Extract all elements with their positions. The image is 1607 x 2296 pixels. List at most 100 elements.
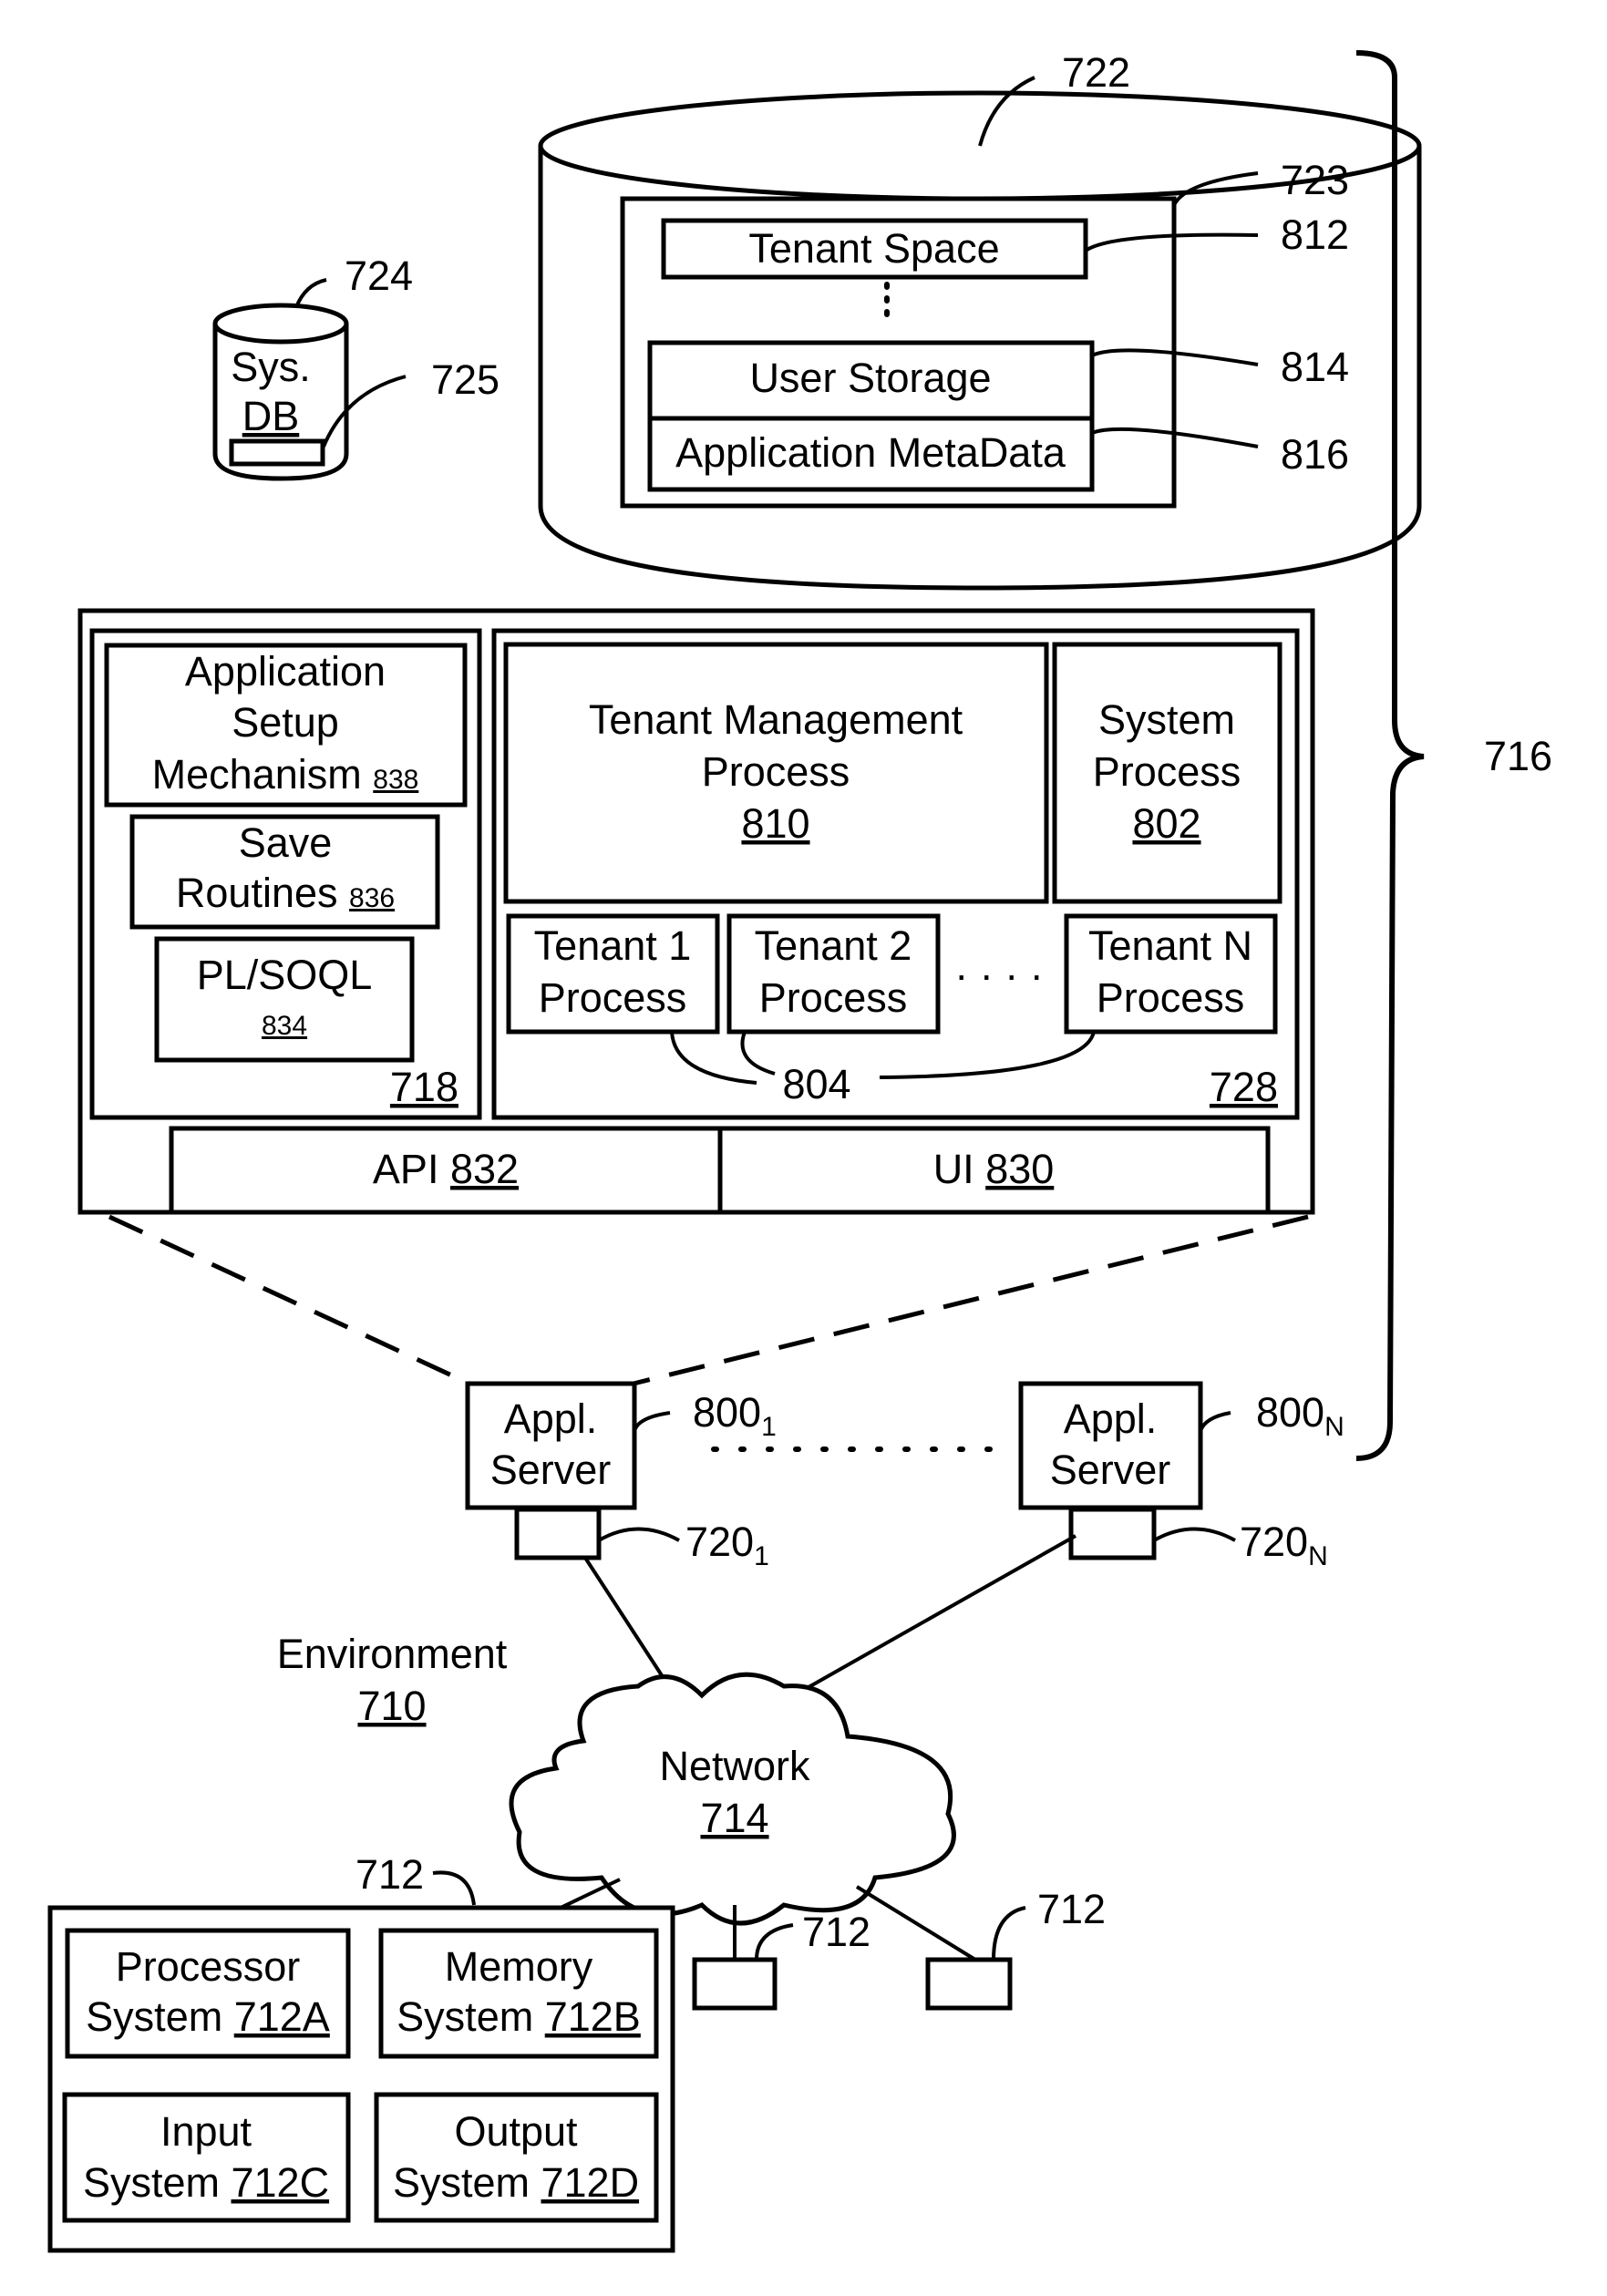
ref-720-n: 720N <box>1240 1519 1328 1571</box>
app-server-n-line2: Server <box>1050 1447 1171 1493</box>
ref-816: 816 <box>1281 431 1349 478</box>
ref-814: 814 <box>1281 344 1349 390</box>
link-server-n-network <box>801 1534 1076 1693</box>
ref-725: 725 <box>431 356 500 403</box>
ref-712-main: 712 <box>355 1851 424 1898</box>
tenant-n-line2: Process <box>1097 974 1245 1021</box>
plsoql-label: PL/SOQL <box>197 952 373 998</box>
ref-804: 804 <box>782 1061 850 1107</box>
ref-720-n-text: 720 <box>1240 1519 1308 1565</box>
tenant-process-ellipsis: · · · · <box>954 952 1043 998</box>
ref-712-c: 712 <box>1037 1886 1106 1932</box>
ref-712a: 712A <box>234 1993 330 2040</box>
ui-label: UI 830 <box>933 1146 1055 1192</box>
link-server-1-network <box>583 1556 672 1690</box>
ref-714: 714 <box>700 1795 768 1841</box>
app-setup-line2: Setup <box>232 699 339 746</box>
output-line1: Output <box>454 2108 578 2155</box>
ref-838: 838 <box>373 765 418 795</box>
tenant-2-line2: Process <box>759 974 908 1021</box>
tenant-1-line1: Tenant 1 <box>534 922 692 969</box>
sys-db-label-2: DB <box>242 393 300 439</box>
environment-label: Environment <box>277 1631 508 1677</box>
system-process-line1: System <box>1098 696 1235 743</box>
other-user-system-1-box <box>692 1957 778 2011</box>
app-server-1: Appl. Server 8001 7201 <box>465 1381 777 1571</box>
ref-800-1-text: 800 <box>693 1389 761 1436</box>
leader-712-main <box>432 1870 476 1906</box>
tenant-1-line2: Process <box>539 974 687 1021</box>
ref-830: 830 <box>985 1146 1054 1192</box>
ref-812: 812 <box>1281 211 1349 258</box>
app-setup-line1: Application <box>185 648 386 695</box>
ref-834: 834 <box>262 1011 307 1041</box>
processor-line2-text: System <box>86 1993 222 2040</box>
multi-tenant-environment-diagram: 722 723 Tenant Space 812 User Storage 81… <box>47 49 1552 2253</box>
other-user-system-1: 712 <box>692 1909 870 2011</box>
app-server-detail: Application Setup Mechanism 838 Save Rou… <box>77 608 1315 1215</box>
app-setup-line3-text: Mechanism <box>152 751 362 798</box>
leader-800-1 <box>633 1411 671 1432</box>
tenant-data-storage: 722 723 Tenant Space 812 User Storage 81… <box>538 49 1422 591</box>
ref-800-n: 800N <box>1256 1389 1344 1442</box>
ref-800-1-sub: 1 <box>761 1412 777 1442</box>
save-routines-line1: Save <box>239 819 333 866</box>
zoom-line-left <box>108 1214 471 1386</box>
app-server-1-line2: Server <box>490 1447 612 1493</box>
processor-line1: Processor <box>116 1943 301 1990</box>
leader-800-n <box>1199 1411 1231 1432</box>
ref-722: 722 <box>1062 49 1130 96</box>
tenant-n-line1: Tenant N <box>1088 922 1252 969</box>
port-720-n-box <box>1068 1507 1157 1560</box>
sys-db-top <box>212 303 349 345</box>
ref-724: 724 <box>345 252 413 299</box>
memory-line2-text: System <box>397 1993 533 2040</box>
ref-720-1: 7201 <box>685 1519 769 1571</box>
api-label: API 832 <box>373 1146 519 1192</box>
ref-802: 802 <box>1132 800 1200 847</box>
other-user-system-2-box <box>925 1957 1013 2011</box>
ref-723: 723 <box>1281 157 1349 203</box>
ref-832: 832 <box>450 1146 519 1192</box>
leader-720-n <box>1153 1527 1236 1542</box>
ref-800-1: 8001 <box>693 1389 777 1442</box>
save-routines-line2-text: Routines <box>176 870 338 916</box>
sys-db-metadata-box <box>229 438 325 467</box>
app-server-1-line1: Appl. <box>504 1395 598 1442</box>
network-label: Network <box>659 1743 810 1789</box>
input-line2-text: System <box>83 2159 220 2206</box>
link-network-user-system-main <box>560 1878 621 1910</box>
leader-724 <box>294 278 327 308</box>
app-server-n: Appl. Server 800N 720N <box>1018 1381 1344 1571</box>
processor-line2: System 712A <box>86 1993 330 2040</box>
ref-720-1-text: 720 <box>685 1519 754 1565</box>
ref-720-1-sub: 1 <box>754 1541 769 1571</box>
user-storage-label: User Storage <box>749 355 991 401</box>
ref-716: 716 <box>1484 733 1552 779</box>
input-line2: System 712C <box>83 2159 329 2206</box>
ref-712c: 712C <box>231 2159 329 2206</box>
port-720-1-box <box>514 1507 602 1560</box>
zoom-line-right <box>633 1214 1309 1386</box>
user-system-712: 712 Processor System 712A Memory System … <box>47 1851 675 2253</box>
ref-712d: 712D <box>541 2159 639 2206</box>
ref-728: 728 <box>1210 1064 1278 1110</box>
tenant-2-line1: Tenant 2 <box>755 922 912 969</box>
app-metadata-label: Application MetaData <box>675 429 1066 476</box>
link-network-user-system-3 <box>855 1885 977 1961</box>
ref-712b: 712B <box>545 1993 641 2040</box>
output-line2: System 712D <box>393 2159 639 2206</box>
system-process-line2: Process <box>1093 748 1241 795</box>
memory-line1: Memory <box>445 1943 593 1990</box>
ref-836: 836 <box>349 883 395 913</box>
memory-line2: System 712B <box>397 1993 641 2040</box>
input-line1: Input <box>160 2108 252 2155</box>
ref-712-b: 712 <box>802 1909 870 1955</box>
ref-800-n-sub: N <box>1324 1412 1344 1442</box>
tenant-mgmt-line2: Process <box>702 748 850 795</box>
app-server-n-line1: Appl. <box>1064 1395 1158 1442</box>
ref-710: 710 <box>357 1683 426 1729</box>
ui-label-text: UI <box>933 1146 974 1192</box>
ref-718: 718 <box>390 1064 458 1110</box>
ref-810: 810 <box>741 800 809 847</box>
